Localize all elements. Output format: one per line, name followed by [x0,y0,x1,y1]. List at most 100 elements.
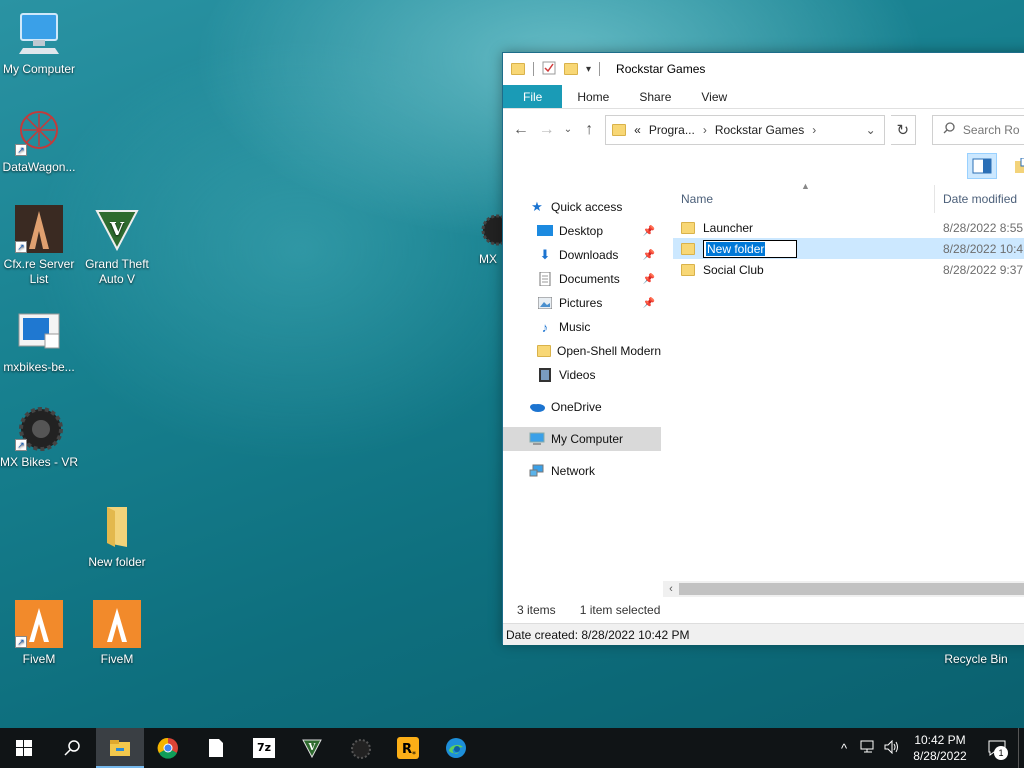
address-bar[interactable]: « Progra... › Rockstar Games › ⌄ [605,114,885,145]
back-arrow-icon[interactable]: ← [511,121,531,139]
desktop-icon-recycle-bin[interactable]: Recycle Bin [936,652,1016,667]
folder-icon [93,503,141,551]
breadcrumb-separator-icon[interactable]: › [703,123,707,137]
desktop-icon-fivem-1[interactable]: ↗ FiveM [0,600,78,667]
toolbar-row [503,151,1024,185]
nav-label: OneDrive [551,400,602,414]
taskbar-file-explorer[interactable] [96,728,144,768]
action-center-button[interactable]: 1 [976,728,1018,768]
scrollbar-thumb[interactable] [679,583,1024,595]
notification-badge: 1 [994,746,1008,760]
taskbar-gta-v[interactable]: V [288,728,336,768]
desktop-icon-cfx-server-list[interactable]: ↗ Cfx.re Server List [0,205,78,287]
svg-text:V: V [308,743,317,753]
file-row[interactable]: Launcher 8/28/2022 8:55 P [673,217,1024,238]
clock-time: 10:42 PM [914,733,966,747]
music-icon: ♪ [541,319,549,335]
desktop-icon-new-folder[interactable]: New folder [78,503,156,570]
search-button[interactable] [48,728,96,768]
nav-label: Open-Shell Modern [557,344,661,358]
breadcrumb-item[interactable]: Progra... [649,123,695,137]
nav-label: Downloads [559,248,619,262]
new-folder-icon[interactable] [564,63,578,75]
network-icon[interactable] [856,740,880,757]
up-arrow-icon[interactable]: ↑ [579,121,599,139]
taskbar-mx-bikes[interactable] [336,728,384,768]
tab-home[interactable]: Home [562,85,624,108]
desktop-icon-label: DataWagon... [2,160,76,174]
nav-item-desktop[interactable]: Desktop 📌 [503,219,661,243]
nav-label: Desktop [559,224,604,238]
nav-label: Music [559,320,591,334]
title-bar[interactable]: ▾ Rockstar Games [503,53,1024,85]
breadcrumb-item[interactable]: Rockstar Games [715,123,804,137]
nav-item-music[interactable]: ♪ Music [503,315,661,339]
nav-item-downloads[interactable]: ⬇ Downloads 📌 [503,243,661,267]
desktop-icon-gta-v[interactable]: V Grand Theft Auto V [78,205,156,287]
tab-share[interactable]: Share [624,85,686,108]
item-count: 3 items [517,603,556,617]
network-icon [529,464,545,478]
navigation-pane: ★ Quick access Desktop 📌 ⬇ Downloads 📌 D… [503,185,661,595]
properties-icon[interactable] [542,61,556,78]
desktop-icon-fivem-2[interactable]: FiveM [78,600,156,667]
document-icon [537,272,553,286]
computer-icon [15,10,63,58]
clock[interactable]: 10:42 PM 8/28/2022 [904,732,976,764]
nav-item-documents[interactable]: Documents 📌 [503,267,661,291]
7zip-icon: 7z [253,738,275,758]
breadcrumb-overflow[interactable]: « [634,123,641,137]
recent-locations-chevron-icon[interactable]: ⌄ [563,124,574,135]
taskbar-7zip[interactable]: 7z [240,728,288,768]
search-input[interactable]: Search Ro [931,114,1024,145]
windows-logo-icon [16,740,32,756]
file-explorer-window[interactable]: ▾ Rockstar Games File Home Share View ← … [502,52,1024,645]
address-dropdown-icon[interactable]: ⌄ [866,123,876,137]
item-checkbox-button[interactable] [1007,153,1024,179]
desktop-icon-my-computer[interactable]: My Computer [0,10,78,77]
nav-onedrive[interactable]: OneDrive [503,395,661,419]
chevron-down-icon[interactable]: ▾ [586,64,591,75]
nav-quick-access[interactable]: ★ Quick access [503,195,661,219]
file-list: ▲ Name Date modified Launcher 8/28/2022 … [673,181,1024,595]
desktop-icon-mxbikes-be[interactable]: mxbikes-be... [0,308,78,375]
pictures-icon [537,296,553,310]
file-name: Launcher [703,220,754,235]
rename-input[interactable]: New folder [703,239,797,258]
tab-file[interactable]: File [503,85,563,108]
nav-network[interactable]: Network [503,459,661,483]
desktop-icon-mx-bikes-vr[interactable]: ↗ MX Bikes - VR [0,403,78,470]
file-row[interactable]: Social Club 8/28/2022 9:37 P [673,259,1024,280]
desktop-icon [537,224,553,238]
desktop-icon-datawagon[interactable]: ↗ DataWagon... [0,108,78,175]
installer-icon [15,308,63,356]
nav-item-pictures[interactable]: Pictures 📌 [503,291,661,315]
file-row-selected[interactable]: New folder 8/28/2022 10:41 [673,238,1024,259]
tab-view[interactable]: View [686,85,742,108]
scroll-left-icon[interactable]: ‹ [663,583,679,595]
nav-my-computer[interactable]: My Computer [503,427,661,451]
cfx-icon: ↗ [15,205,63,253]
details-pane-button[interactable] [967,153,997,179]
breadcrumb-separator-icon[interactable]: › [812,123,816,137]
svg-text:V: V [109,219,125,240]
chevron-up-icon[interactable]: ^ [832,741,856,756]
taskbar-notepad[interactable] [192,728,240,768]
column-header-date-modified[interactable]: Date modified [935,192,1017,206]
nav-label: Videos [559,368,596,382]
volume-icon[interactable] [880,739,904,757]
folder-icon [511,63,525,75]
horizontal-scrollbar[interactable]: ‹ [663,581,1024,597]
taskbar-edge[interactable] [432,728,480,768]
taskbar-rockstar-launcher[interactable]: R * [384,728,432,768]
nav-item-open-shell-modern[interactable]: Open-Shell Modern [503,339,661,363]
nav-item-videos[interactable]: Videos [503,363,661,387]
start-button[interactable] [0,728,48,768]
desktop-icon-label: My Computer [2,62,76,76]
forward-arrow-icon[interactable]: → [537,121,557,139]
show-desktop-button[interactable] [1018,728,1024,768]
refresh-button[interactable]: ↻ [890,114,916,145]
taskbar: 7z V R * ^ 10:42 PM 8/28/2022 1 [0,728,1024,768]
taskbar-chrome[interactable] [144,728,192,768]
desktop-icon-mx-partial[interactable]: MX [470,212,513,267]
